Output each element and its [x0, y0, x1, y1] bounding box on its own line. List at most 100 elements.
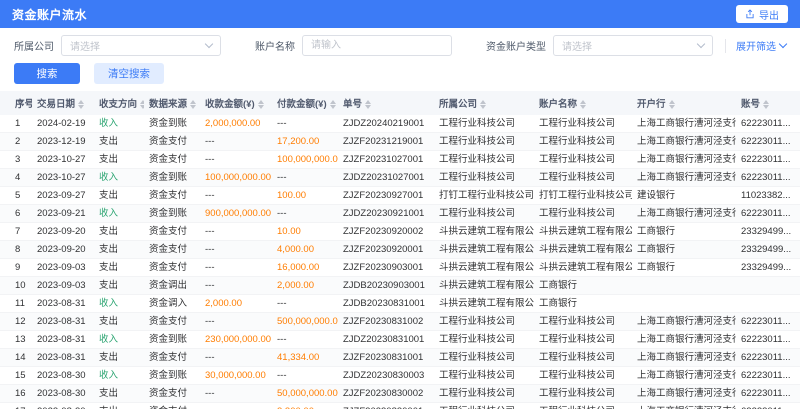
cell-bank	[632, 277, 736, 295]
cell-date: 2023-09-20	[32, 241, 94, 259]
page-header: 资金账户流水 导出	[0, 0, 800, 28]
cell-order-no: ZJDZ20240219001	[338, 115, 434, 133]
column-label: 付款金额(¥)	[277, 99, 327, 110]
cell-bank: 上海工商银行漕河泾支行	[632, 169, 736, 187]
cell-source: 资金支付	[144, 133, 200, 151]
cell-payment-amount: 16,000.00	[272, 259, 338, 277]
account-type-select[interactable]: 请选择	[553, 35, 713, 56]
cell-receipt-amount: ---	[200, 403, 272, 409]
cell-payment-amount: 10.00	[272, 223, 338, 241]
cell-source: 资金到账	[144, 205, 200, 223]
cell-receipt-amount: ---	[200, 133, 272, 151]
cell-payment-amount: 100.00	[272, 187, 338, 205]
cell-date: 2023-08-30	[32, 367, 94, 385]
cell-bank: 上海工商银行漕河泾支行	[632, 151, 736, 169]
cell-payment-amount: 41,334.00	[272, 349, 338, 367]
column-header-account-no[interactable]: 账号	[736, 91, 800, 115]
table-row: 132023-08-31收入资金到账230,000,000.00---ZJDZ2…	[0, 331, 800, 349]
cell-receipt-amount: ---	[200, 187, 272, 205]
column-header-bank[interactable]: 开户行	[632, 91, 736, 115]
sort-caret-icon[interactable]	[190, 100, 196, 109]
clear-search-button[interactable]: 清空搜索	[94, 63, 164, 84]
cell-company: 工程行业科技公司	[434, 385, 534, 403]
column-header-date[interactable]: 交易日期	[32, 91, 94, 115]
column-header-direction[interactable]: 收支方向	[94, 91, 144, 115]
column-label: 账号	[741, 99, 760, 110]
search-button[interactable]: 搜索	[14, 63, 80, 84]
cell-order-no: ZJDZ20230921001	[338, 205, 434, 223]
cell-account-no: 23329499...	[736, 241, 800, 259]
cell-source: 资金支付	[144, 241, 200, 259]
header-row: 序号交易日期收支方向数据来源收款金额(¥)付款金额(¥)单号所属公司账户名称开户…	[0, 91, 800, 115]
chevron-down-icon	[697, 40, 705, 48]
account-name-input[interactable]	[302, 35, 452, 56]
cell-index: 6	[0, 205, 32, 223]
cell-source: 资金到账	[144, 331, 200, 349]
cell-direction: 支出	[94, 223, 144, 241]
cell-date: 2023-09-03	[32, 277, 94, 295]
cell-account-name: 工程行业科技公司	[534, 115, 632, 133]
column-header-payment[interactable]: 付款金额(¥)	[272, 91, 338, 115]
cell-source: 资金支付	[144, 385, 200, 403]
cell-company: 斗拱云建筑工程有限公司	[434, 277, 534, 295]
cell-direction: 支出	[94, 313, 144, 331]
cell-company: 工程行业科技公司	[434, 403, 534, 409]
sort-caret-icon[interactable]	[669, 100, 675, 109]
sort-caret-icon[interactable]	[365, 100, 371, 109]
column-header-account-name[interactable]: 账户名称	[534, 91, 632, 115]
cell-company: 工程行业科技公司	[434, 151, 534, 169]
cell-index: 15	[0, 367, 32, 385]
cell-receipt-amount: ---	[200, 259, 272, 277]
sort-caret-icon[interactable]	[330, 100, 336, 109]
expand-filters-link[interactable]: 展开筛选	[725, 39, 786, 53]
column-header-company[interactable]: 所属公司	[434, 91, 534, 115]
cell-source: 资金到账	[144, 367, 200, 385]
cell-account-name: 工程行业科技公司	[534, 205, 632, 223]
cell-company: 斗拱云建筑工程有限公司	[434, 223, 534, 241]
sort-caret-icon[interactable]	[763, 100, 769, 109]
export-icon	[745, 9, 755, 19]
cell-company: 打钉工程行业科技公司	[434, 187, 534, 205]
sort-caret-icon[interactable]	[480, 100, 486, 109]
table-row: 32023-10-27支出资金支付---100,000,000.00ZJZF20…	[0, 151, 800, 169]
column-header-order-no[interactable]: 单号	[338, 91, 434, 115]
cell-company: 斗拱云建筑工程有限公司	[434, 259, 534, 277]
cell-account-no: 23329499...	[736, 259, 800, 277]
cell-receipt-amount: ---	[200, 385, 272, 403]
cell-date: 2023-08-30	[32, 385, 94, 403]
cell-source: 资金支付	[144, 223, 200, 241]
export-button[interactable]: 导出	[736, 5, 788, 23]
cell-date: 2023-08-31	[32, 295, 94, 313]
cell-receipt-amount: 2,000.00	[200, 295, 272, 313]
cell-bank: 工商银行	[632, 241, 736, 259]
cell-receipt-amount: 100,000,000.00	[200, 169, 272, 187]
cell-account-no: 23329499...	[736, 223, 800, 241]
cell-index: 1	[0, 115, 32, 133]
cell-account-name: 工商银行	[534, 277, 632, 295]
cell-order-no: ZJDZ20230830003	[338, 367, 434, 385]
cell-payment-amount: 100,000,000.00	[272, 151, 338, 169]
sort-caret-icon[interactable]	[78, 100, 84, 109]
cell-source: 资金支付	[144, 403, 200, 409]
column-header-source[interactable]: 数据来源	[144, 91, 200, 115]
company-select[interactable]: 请选择	[61, 35, 221, 56]
sort-caret-icon[interactable]	[258, 100, 264, 109]
cell-index: 12	[0, 313, 32, 331]
filter-company-label: 所属公司	[14, 38, 54, 53]
cell-account-no: 62223011...	[736, 403, 800, 409]
sort-caret-icon[interactable]	[140, 100, 144, 109]
sort-caret-icon[interactable]	[580, 100, 586, 109]
cell-date: 2024-02-19	[32, 115, 94, 133]
cell-account-name: 工程行业科技公司	[534, 403, 632, 409]
cell-direction: 收入	[94, 331, 144, 349]
column-header-receipt[interactable]: 收款金额(¥)	[200, 91, 272, 115]
cell-bank: 上海工商银行漕河泾支行	[632, 385, 736, 403]
chevron-down-icon	[779, 40, 787, 48]
cell-company: 工程行业科技公司	[434, 367, 534, 385]
cell-receipt-amount: 2,000,000.00	[200, 115, 272, 133]
cell-account-no: 62223011...	[736, 205, 800, 223]
column-label: 收款金额(¥)	[205, 99, 255, 110]
cell-company: 工程行业科技公司	[434, 313, 534, 331]
filter-account-name-label: 账户名称	[255, 38, 295, 53]
cell-source: 资金支付	[144, 187, 200, 205]
